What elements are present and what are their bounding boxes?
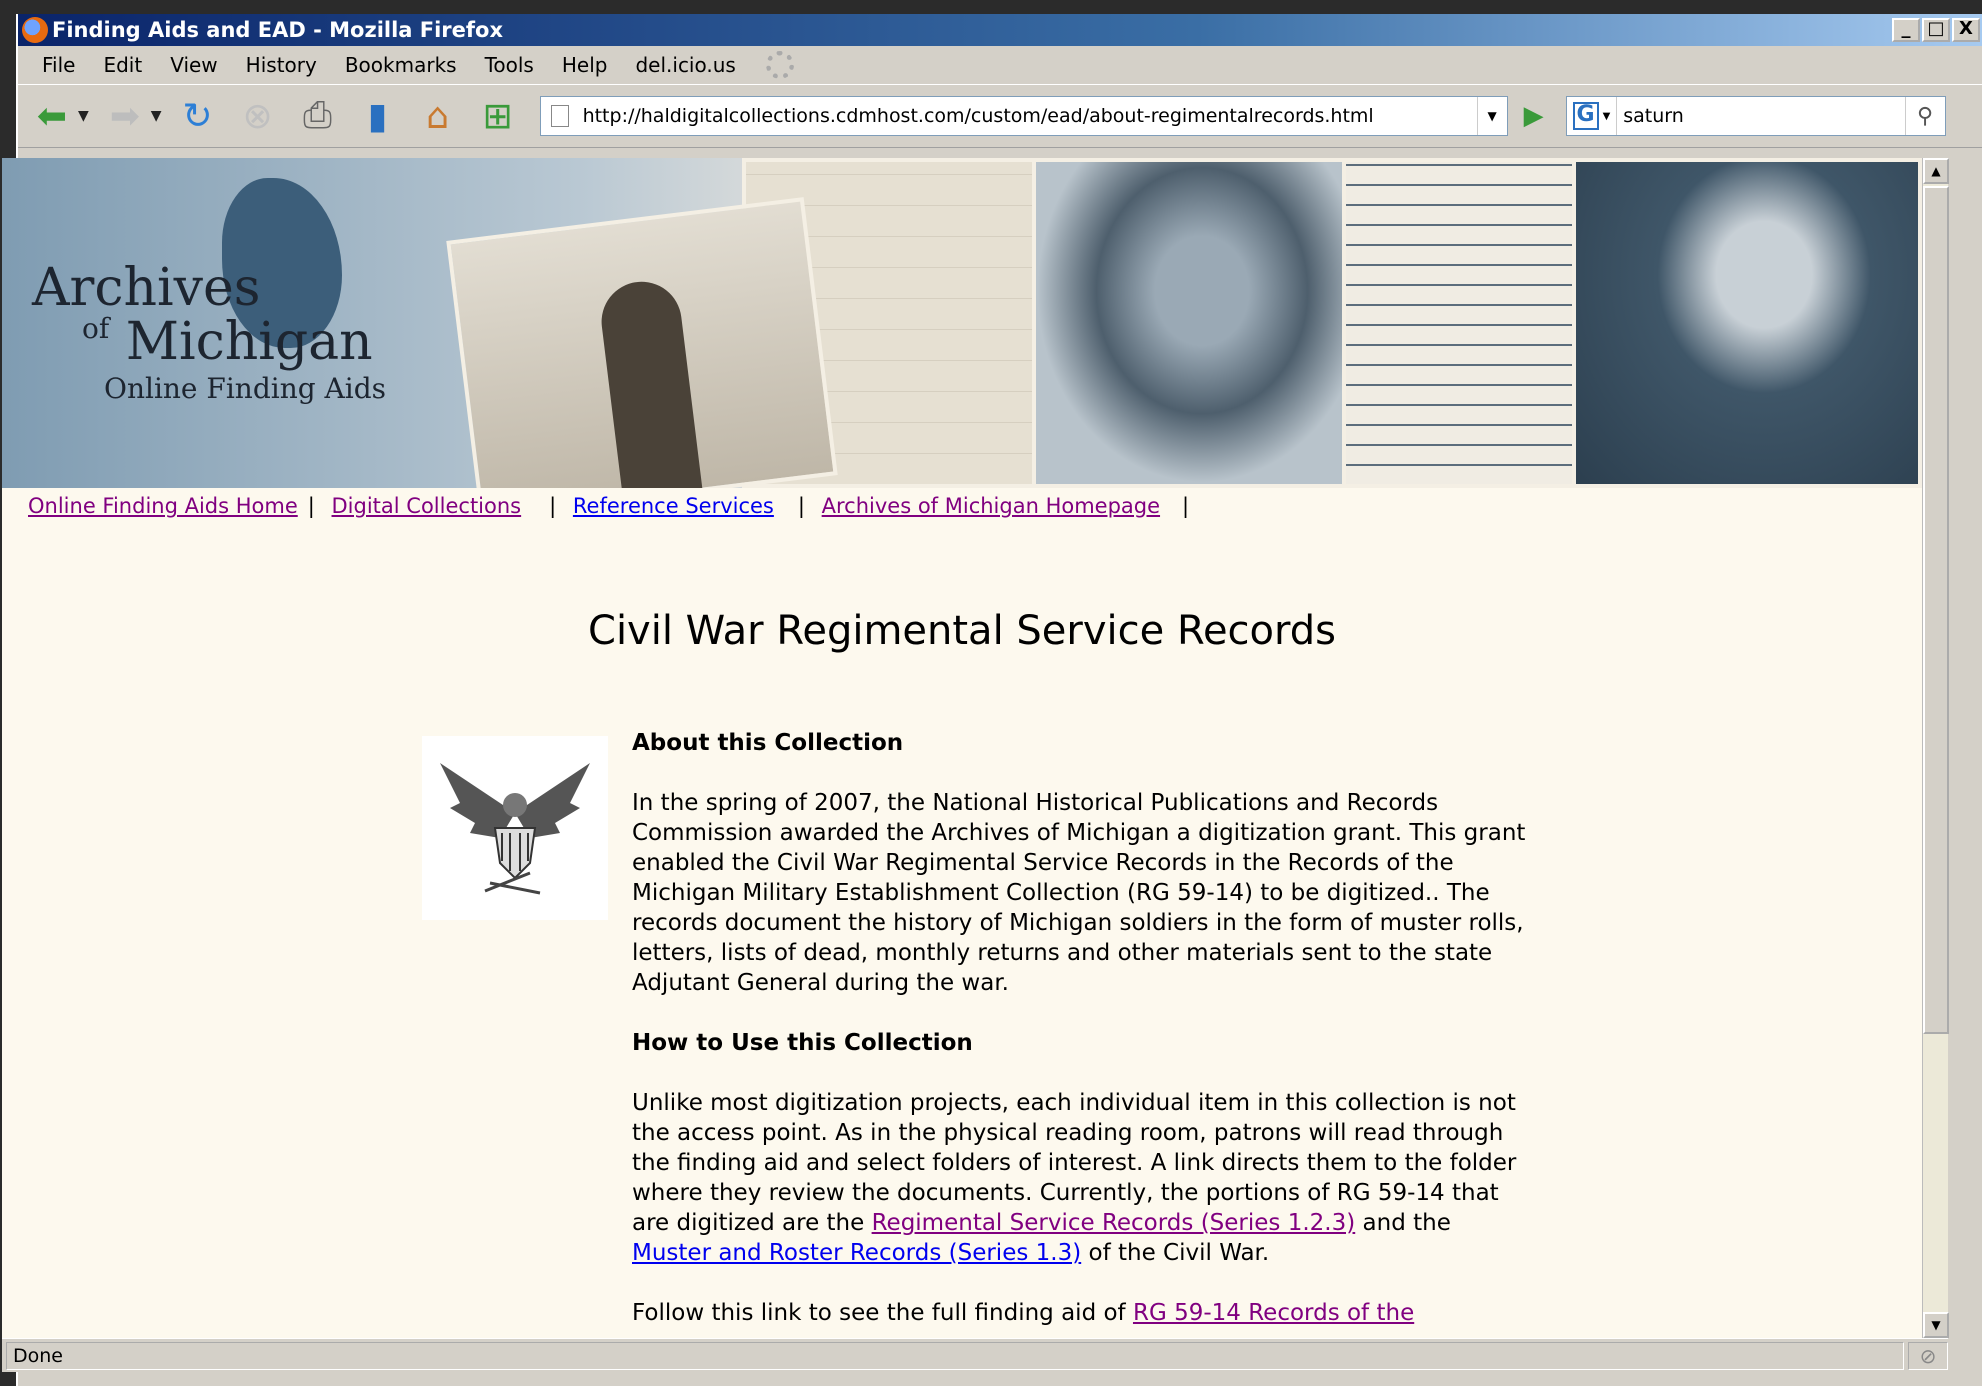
scroll-down-icon[interactable]: ▼	[1923, 1312, 1949, 1338]
print-button[interactable]: ⎙	[294, 92, 342, 140]
window-title: Finding Aids and EAD - Mozilla Firefox	[52, 18, 504, 42]
page-title: Civil War Regimental Service Records	[588, 608, 1336, 654]
new-tab-icon: ⊞	[482, 95, 513, 137]
menu-history[interactable]: History	[232, 49, 331, 81]
finding-aid-link[interactable]: RG 59-14 Records of the	[1133, 1300, 1414, 1326]
back-dropdown-icon[interactable]: ▼	[78, 108, 89, 124]
roster-photo	[1342, 158, 1592, 488]
logo-line3: Online Finding Aids	[104, 372, 387, 405]
nav-separator: |	[797, 494, 805, 518]
maximize-button[interactable]: □	[1922, 18, 1950, 42]
search-input[interactable]: saturn	[1616, 97, 1904, 135]
forward-button[interactable]: ➡	[101, 92, 149, 140]
url-dropdown-icon[interactable]: ▼	[1476, 97, 1507, 135]
home-icon: ⌂	[426, 95, 449, 137]
vertical-scrollbar[interactable]: ▲ ▼	[1922, 158, 1949, 1338]
bookmarks-button[interactable]: ▮	[354, 92, 402, 140]
menu-file[interactable]: File	[28, 49, 89, 81]
general-portrait-photo	[1572, 158, 1922, 488]
new-tab-button[interactable]: ⊞	[474, 92, 522, 140]
nav-finding-aids-home[interactable]: Online Finding Aids Home	[28, 494, 298, 518]
logo-line2: of Michigan	[82, 312, 373, 372]
nav-reference-services[interactable]: Reference Services	[573, 494, 774, 518]
page-content: Archives of Michigan Online Finding Aids…	[2, 158, 1922, 1338]
menu-help[interactable]: Help	[548, 49, 622, 81]
window-controls: _ □ X	[1892, 18, 1980, 42]
eagle-icon	[440, 763, 590, 895]
menu-edit[interactable]: Edit	[89, 49, 156, 81]
status-bar: Done ⊘	[2, 1338, 1948, 1372]
about-heading: About this Collection	[632, 730, 904, 756]
address-bar[interactable]: http://haldigitalcollections.cdmhost.com…	[539, 96, 1508, 136]
firefox-icon	[22, 17, 48, 43]
menu-tools[interactable]: Tools	[471, 49, 548, 81]
nav-archives-homepage[interactable]: Archives of Michigan Homepage	[822, 494, 1160, 518]
engine-dropdown-icon[interactable]: ▼	[1603, 111, 1611, 122]
logo-line1: Archives	[32, 258, 261, 318]
stop-button[interactable]: ⊗	[234, 92, 282, 140]
no-security-icon: ⊘	[1908, 1341, 1948, 1370]
stop-icon: ⊗	[242, 95, 273, 137]
search-bar[interactable]: G ▼ saturn ⚲	[1565, 96, 1946, 136]
google-engine-icon[interactable]: G	[1572, 102, 1599, 130]
reload-button[interactable]: ↻	[174, 92, 222, 140]
site-nav: Online Finding Aids Home | Digital Collec…	[28, 494, 1199, 518]
site-logo[interactable]: Archives of Michigan Online Finding Aids	[32, 258, 386, 405]
nav-digital-collections[interactable]: Digital Collections	[332, 494, 522, 518]
title-bar: Finding Aids and EAD - Mozilla Firefox _…	[18, 14, 1982, 46]
menu-bookmarks[interactable]: Bookmarks	[331, 49, 471, 81]
nav-separator: |	[1182, 494, 1190, 518]
eagle-image	[422, 736, 608, 920]
nav-separator: |	[549, 494, 557, 518]
back-arrow-icon: ⬅	[36, 95, 68, 137]
go-arrow-icon: ▶	[1523, 101, 1544, 131]
content-column: About this Collection In the spring of 2…	[632, 728, 1532, 1338]
reload-icon: ↻	[182, 95, 213, 137]
navigation-toolbar: ⬅ ▼ ➡ ▼ ↻ ⊗ ⎙ ▮ ⌂ ⊞ http://haldigitalcol…	[18, 84, 1982, 148]
printer-icon: ⎙	[303, 95, 332, 136]
howto-heading: How to Use this Collection	[632, 1030, 973, 1056]
page-icon	[550, 105, 569, 127]
about-text: In the spring of 2007, the National Hist…	[632, 790, 1526, 996]
search-icon[interactable]: ⚲	[1904, 97, 1945, 135]
scroll-up-icon[interactable]: ▲	[1923, 158, 1949, 184]
menu-view[interactable]: View	[156, 49, 231, 81]
home-button[interactable]: ⌂	[414, 92, 462, 140]
forward-dropdown-icon[interactable]: ▼	[151, 108, 162, 124]
status-text: Done	[6, 1341, 1904, 1370]
forward-arrow-icon: ➡	[109, 95, 140, 137]
header-banner: Archives of Michigan Online Finding Aids	[2, 158, 1922, 488]
go-button[interactable]: ▶	[1516, 98, 1552, 134]
menu-delicious[interactable]: del.icio.us	[621, 49, 749, 81]
follow-text: Follow this link to see the full finding…	[632, 1300, 1415, 1326]
minimize-button[interactable]: _	[1892, 18, 1920, 42]
url-input[interactable]: http://haldigitalcollections.cdmhost.com…	[583, 105, 1477, 127]
howto-text: Unlike most digitization projects, each …	[632, 1090, 1517, 1266]
bookmark-icon: ▮	[367, 95, 388, 137]
soldier-figure	[597, 277, 704, 488]
menu-bar: File Edit View History Bookmarks Tools H…	[18, 46, 1982, 84]
portrait-photo	[1032, 158, 1372, 488]
muster-roster-link[interactable]: Muster and Roster Records (Series 1.3)	[632, 1240, 1081, 1266]
regimental-records-link[interactable]: Regimental Service Records (Series 1.2.3…	[872, 1210, 1356, 1236]
soldier-photo	[446, 197, 838, 488]
back-button[interactable]: ⬅	[28, 92, 76, 140]
scroll-thumb[interactable]	[1923, 186, 1949, 1034]
throbber-icon	[765, 51, 794, 79]
nav-separator: |	[307, 494, 315, 518]
close-button[interactable]: X	[1952, 18, 1980, 42]
